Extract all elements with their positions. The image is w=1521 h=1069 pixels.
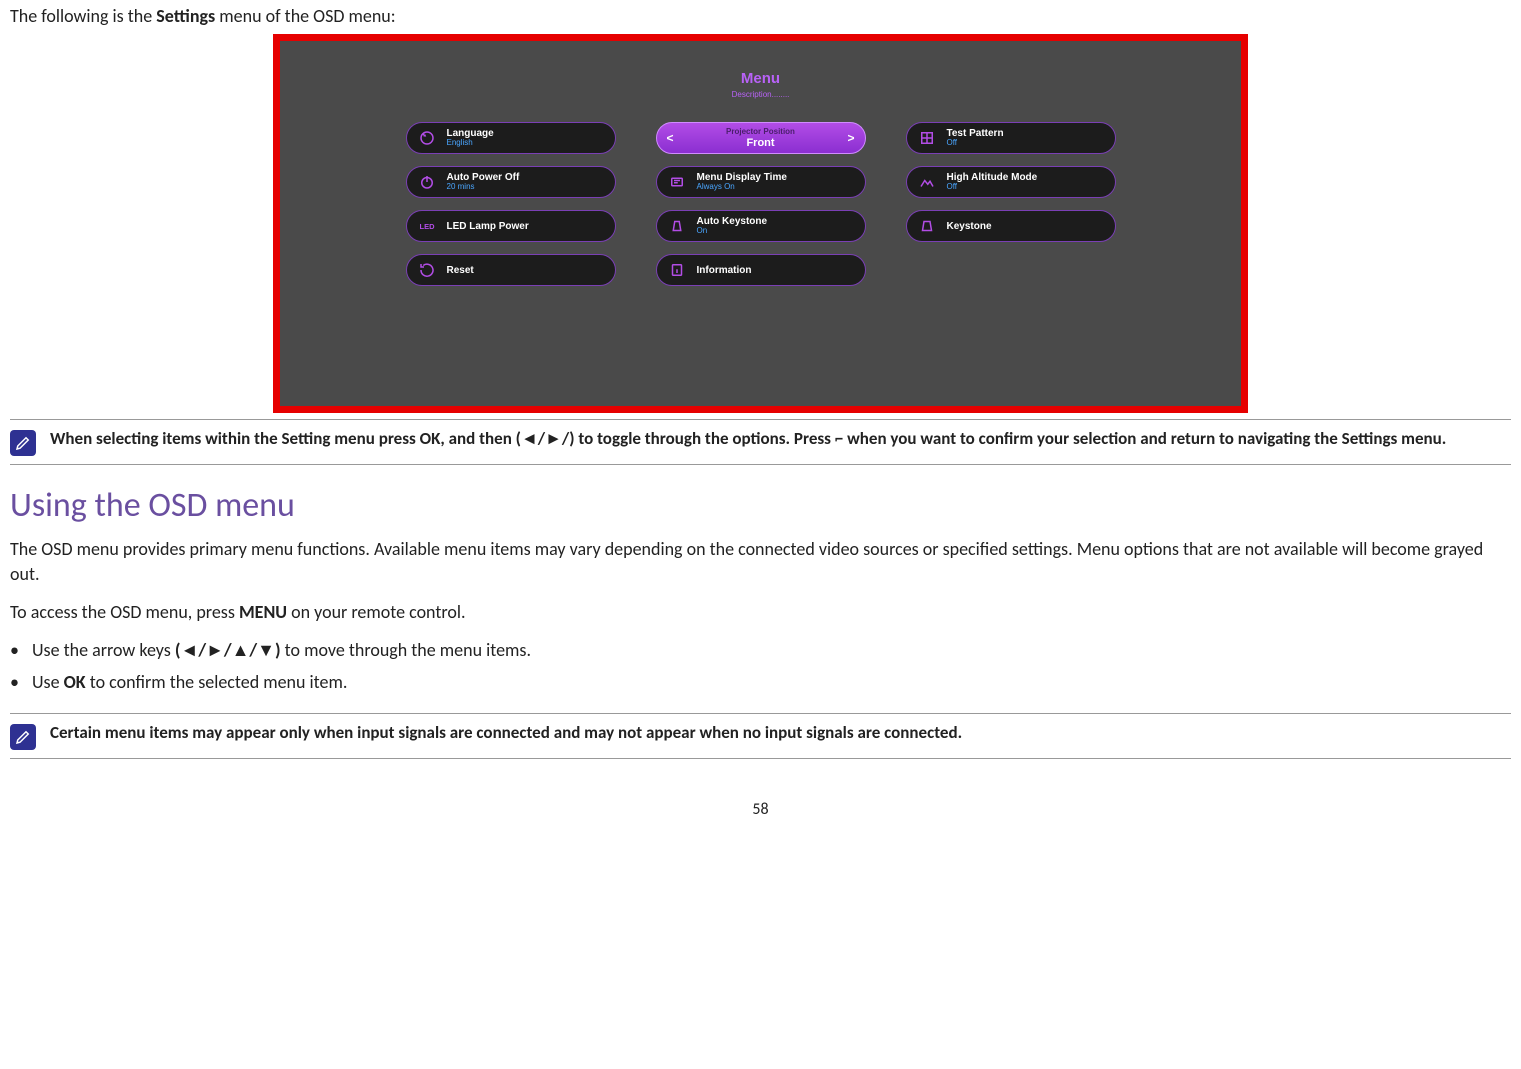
osd-test-pattern-value: Off <box>947 139 1004 148</box>
osd-menu-display-time[interactable]: Menu Display Time Always On <box>656 166 866 198</box>
osd-auto-power-off[interactable]: Auto Power Off 20 mins <box>406 166 616 198</box>
osd-information-label: Information <box>697 265 752 276</box>
osd-auto-keystone-value: On <box>697 227 768 236</box>
svg-text:LED: LED <box>419 222 435 231</box>
note-2-text: Certain menu items may appear only when … <box>50 722 962 745</box>
osd-keystone-label: Keystone <box>947 221 992 232</box>
osd-high-altitude-label: High Altitude Mode <box>947 172 1038 183</box>
para-2: To access the OSD menu, press MENU on yo… <box>10 600 1511 624</box>
timer-icon <box>667 172 687 192</box>
note-1: When selecting items within the Setting … <box>10 419 1511 465</box>
osd-auto-power-off-value: 20 mins <box>447 183 520 192</box>
pencil-note-icon <box>10 430 36 456</box>
led-icon: LED <box>417 216 437 236</box>
arrow-left-icon[interactable]: < <box>667 130 674 146</box>
heading-using-osd: Using the OSD menu <box>10 483 1511 529</box>
svg-text:A: A <box>423 133 426 138</box>
osd-test-pattern[interactable]: Test Pattern Off <box>906 122 1116 154</box>
power-icon <box>417 172 437 192</box>
osd-col-2: Test Pattern Off High Altitude Mode Off … <box>906 122 1116 286</box>
osd-screenshot: Menu Description........ A Language Engl… <box>273 34 1248 413</box>
osd-projector-position-value: Front <box>746 137 774 149</box>
osd-projector-position[interactable]: < Projector Position Front > <box>656 122 866 154</box>
reset-icon <box>417 260 437 280</box>
note-2: Certain menu items may appear only when … <box>10 713 1511 759</box>
altitude-icon <box>917 172 937 192</box>
bullet-1: Use the arrow keys (◄/►/▲/▼) to move thr… <box>32 638 1511 662</box>
osd-menu-display-time-value: Always On <box>697 183 787 192</box>
osd-reset[interactable]: Reset <box>406 254 616 286</box>
osd-projector-position-label: Projector Position <box>726 128 795 137</box>
osd-language[interactable]: A Language English <box>406 122 616 154</box>
osd-auto-keystone-label: Auto Keystone <box>697 216 768 227</box>
osd-auto-keystone[interactable]: Auto Keystone On <box>656 210 866 242</box>
para-1: The OSD menu provides primary menu funct… <box>10 537 1511 586</box>
osd-columns: A Language English Auto Power Off 20 min… <box>302 122 1219 286</box>
osd-reset-label: Reset <box>447 265 474 276</box>
osd-col-1: < Projector Position Front > Menu Displa… <box>656 122 866 286</box>
grid-icon <box>917 128 937 148</box>
intro-prefix: The following is the <box>10 5 156 27</box>
osd-col-0: A Language English Auto Power Off 20 min… <box>406 122 616 286</box>
bullet-list: Use the arrow keys (◄/►/▲/▼) to move thr… <box>10 638 1511 695</box>
osd-title: Menu <box>302 69 1219 89</box>
page-number: 58 <box>10 799 1511 821</box>
osd-led-lamp-power-label: LED Lamp Power <box>447 221 529 232</box>
osd-subtitle: Description........ <box>302 90 1219 101</box>
pencil-note-icon <box>10 724 36 750</box>
intro-bold: Settings <box>156 5 215 27</box>
intro-suffix: menu of the OSD menu: <box>215 5 395 27</box>
osd-high-altitude-value: Off <box>947 183 1038 192</box>
osd-language-value: English <box>447 139 494 148</box>
osd-keystone[interactable]: Keystone <box>906 210 1116 242</box>
note-1-text: When selecting items within the Setting … <box>50 428 1446 451</box>
autokeystone-icon <box>667 216 687 236</box>
bullet-2: Use OK to confirm the selected menu item… <box>32 670 1511 694</box>
osd-led-lamp-power[interactable]: LED LED Lamp Power <box>406 210 616 242</box>
info-icon <box>667 260 687 280</box>
arrow-right-icon[interactable]: > <box>847 130 854 146</box>
language-icon: A <box>417 128 437 148</box>
osd-high-altitude[interactable]: High Altitude Mode Off <box>906 166 1116 198</box>
keystone-icon <box>917 216 937 236</box>
intro-line: The following is the Settings menu of th… <box>10 4 1511 28</box>
osd-information[interactable]: Information <box>656 254 866 286</box>
